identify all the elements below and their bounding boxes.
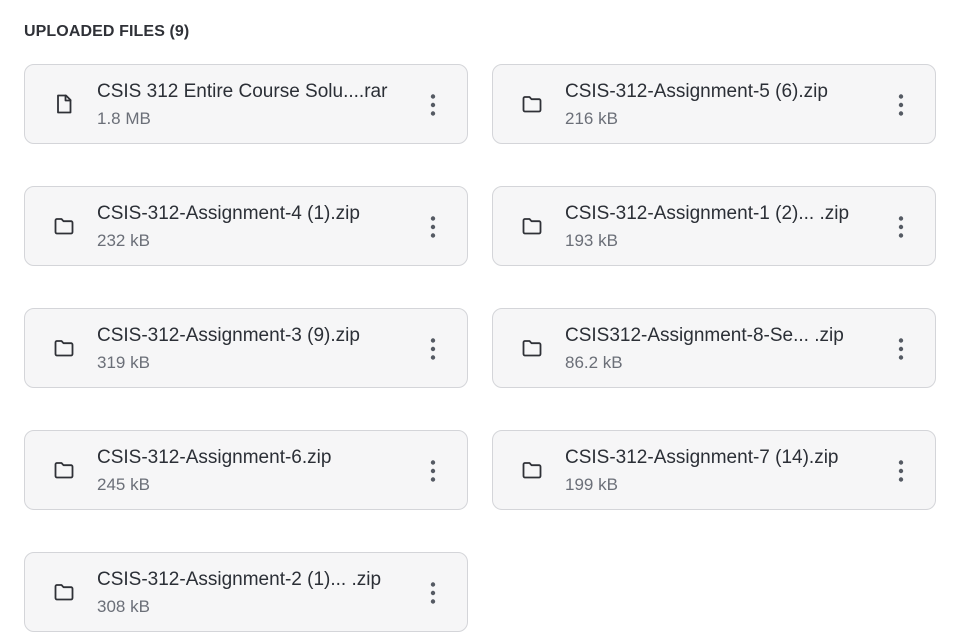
file-card[interactable]: CSIS-312-Assignment-1 (2)... .zip 193 kB: [492, 186, 936, 266]
file-card[interactable]: CSIS312-Assignment-8-Se... .zip 86.2 kB: [492, 308, 936, 388]
file-name: CSIS 312 Entire Course Solu....rar: [97, 81, 388, 102]
more-options-button[interactable]: [889, 91, 913, 119]
folder-icon: [521, 337, 543, 359]
more-options-button[interactable]: [421, 213, 445, 241]
file-card[interactable]: CSIS-312-Assignment-2 (1)... .zip 308 kB: [24, 552, 468, 632]
file-card[interactable]: CSIS-312-Assignment-7 (14).zip 199 kB: [492, 430, 936, 510]
file-name: CSIS-312-Assignment-7 (14).zip: [565, 447, 839, 468]
file-size: 199 kB: [565, 475, 618, 494]
file-icon: [53, 93, 75, 115]
file-size: 319 kB: [97, 353, 150, 372]
folder-icon: [521, 459, 543, 481]
file-name: CSIS-312-Assignment-6.zip: [97, 447, 332, 468]
file-size: 193 kB: [565, 231, 618, 250]
file-size: 216 kB: [565, 109, 618, 128]
more-options-button[interactable]: [421, 579, 445, 607]
file-size: 245 kB: [97, 475, 150, 494]
more-options-button[interactable]: [889, 335, 913, 363]
file-name: CSIS-312-Assignment-3 (9).zip: [97, 325, 360, 346]
folder-icon: [53, 337, 75, 359]
section-header: UPLOADED FILES (9): [24, 23, 190, 40]
file-name: CSIS312-Assignment-8-Se... .zip: [565, 325, 844, 346]
file-grid: CSIS 312 Entire Course Solu....rar 1.8 M…: [24, 64, 936, 632]
more-options-button[interactable]: [889, 213, 913, 241]
folder-icon: [53, 215, 75, 237]
file-name: CSIS-312-Assignment-5 (6).zip: [565, 81, 828, 102]
file-card[interactable]: CSIS-312-Assignment-3 (9).zip 319 kB: [24, 308, 468, 388]
more-options-button[interactable]: [421, 457, 445, 485]
folder-icon: [53, 581, 75, 603]
file-card[interactable]: CSIS-312-Assignment-5 (6).zip 216 kB: [492, 64, 936, 144]
more-options-button[interactable]: [421, 91, 445, 119]
file-size: 1.8 MB: [97, 109, 151, 128]
folder-icon: [521, 215, 543, 237]
file-name: CSIS-312-Assignment-1 (2)... .zip: [565, 203, 850, 224]
folder-icon: [53, 459, 75, 481]
more-options-button[interactable]: [889, 457, 913, 485]
file-name: CSIS-312-Assignment-2 (1)... .zip: [97, 569, 382, 590]
file-name: CSIS-312-Assignment-4 (1).zip: [97, 203, 360, 224]
file-size: 308 kB: [97, 597, 150, 616]
file-card[interactable]: CSIS-312-Assignment-6.zip 245 kB: [24, 430, 468, 510]
file-card[interactable]: CSIS 312 Entire Course Solu....rar 1.8 M…: [24, 64, 468, 144]
more-options-button[interactable]: [421, 335, 445, 363]
file-size: 232 kB: [97, 231, 150, 250]
folder-icon: [521, 93, 543, 115]
file-size: 86.2 kB: [565, 353, 623, 372]
file-card[interactable]: CSIS-312-Assignment-4 (1).zip 232 kB: [24, 186, 468, 266]
